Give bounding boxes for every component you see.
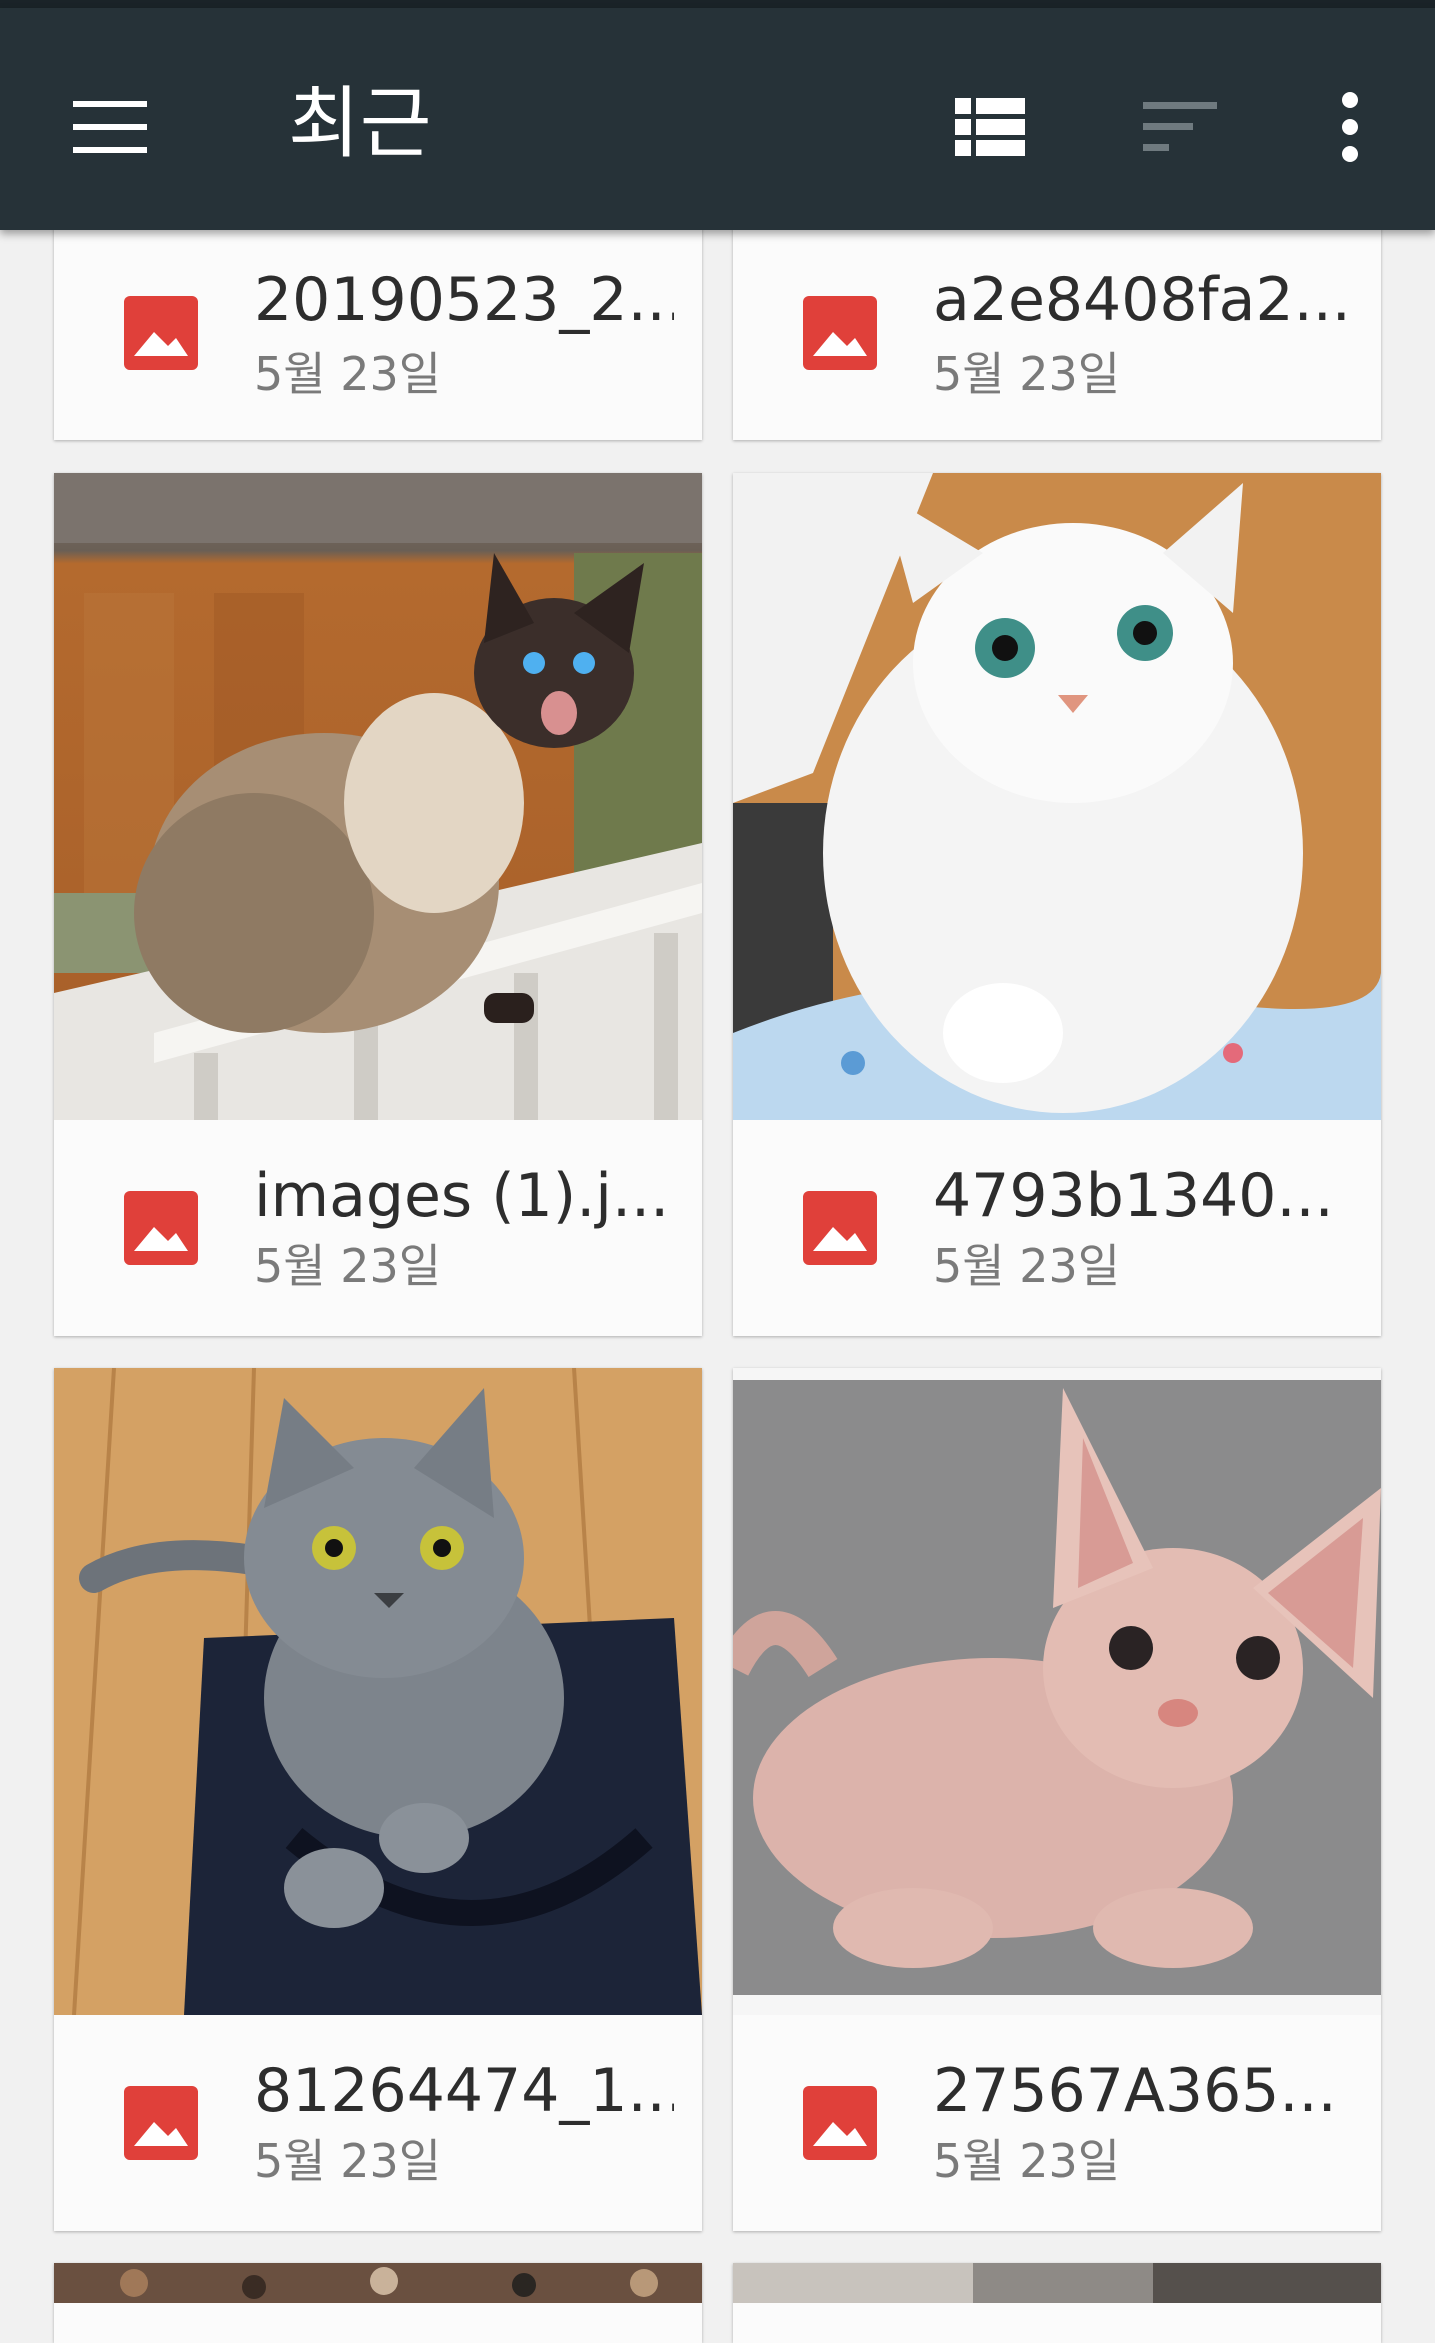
file-grid: 20190523_2... 5월 23일 a2e8408fa2... 5월 23…	[0, 0, 1435, 2343]
image-file-icon	[124, 2086, 198, 2160]
white-cat-thumbnail	[733, 473, 1381, 1120]
card-footer: a2e8408fa2... 5월 23일	[733, 200, 1381, 440]
thumbnail-partial	[733, 2263, 1381, 2303]
card-footer: 20190523_2... 5월 23일	[54, 200, 702, 440]
image-file-icon	[124, 296, 198, 370]
thumbnail-partial	[54, 2263, 702, 2303]
file-date: 5월 23일	[933, 1239, 1121, 1293]
file-date: 5월 23일	[254, 1239, 442, 1293]
page-title: 최근	[288, 79, 432, 169]
file-card[interactable]: 20190523_2... 5월 23일	[54, 200, 702, 440]
list-view-button[interactable]	[940, 82, 1040, 172]
file-card[interactable]	[733, 2263, 1381, 2343]
file-date: 5월 23일	[254, 347, 442, 401]
file-card[interactable]: 27567A365... 5월 23일	[733, 1368, 1381, 2231]
file-name: images (1).j...	[254, 1161, 670, 1231]
file-name: 20190523_2...	[254, 265, 674, 335]
top-app-bar: 최근	[0, 8, 1435, 230]
thumbnail-sphynx-cat	[733, 1368, 1381, 2015]
menu-button[interactable]	[60, 82, 160, 172]
file-date: 5월 23일	[933, 2134, 1121, 2188]
image-file-icon	[803, 1191, 877, 1265]
siamese-cat-thumbnail	[54, 473, 702, 1120]
file-date: 5월 23일	[933, 347, 1121, 401]
file-name: a2e8408fa2...	[933, 265, 1351, 335]
sort-button[interactable]	[1130, 82, 1230, 172]
sphynx-cat-thumbnail	[733, 1368, 1381, 2015]
file-date: 5월 23일	[254, 2134, 442, 2188]
hamburger-menu-icon	[73, 101, 147, 153]
thumbnail-white-persian-cat	[733, 473, 1381, 1120]
file-card[interactable]: 81264474_1... 5월 23일	[54, 1368, 702, 2231]
sort-icon	[1143, 102, 1217, 151]
more-options-button[interactable]	[1300, 82, 1400, 172]
card-footer: 27567A365... 5월 23일	[733, 2015, 1381, 2231]
thumbnail-gray-cat	[54, 1368, 702, 2015]
card-footer: 81264474_1... 5월 23일	[54, 2015, 702, 2231]
file-card[interactable]	[54, 2263, 702, 2343]
gray-cat-thumbnail	[54, 1368, 702, 2015]
file-card[interactable]: images (1).j... 5월 23일	[54, 473, 702, 1336]
file-name: 4793b1340...	[933, 1161, 1334, 1231]
file-card[interactable]: 4793b1340... 5월 23일	[733, 473, 1381, 1336]
file-name: 81264474_1...	[254, 2056, 674, 2126]
file-name: 27567A365...	[933, 2056, 1337, 2126]
image-file-icon	[803, 296, 877, 370]
list-view-icon	[955, 98, 1025, 156]
more-vert-icon	[1342, 92, 1358, 162]
card-footer: 4793b1340... 5월 23일	[733, 1120, 1381, 1336]
image-file-icon	[124, 1191, 198, 1265]
file-card[interactable]: a2e8408fa2... 5월 23일	[733, 200, 1381, 440]
card-footer: images (1).j... 5월 23일	[54, 1120, 702, 1336]
thumbnail-siamese-cat	[54, 473, 702, 1120]
image-file-icon	[803, 2086, 877, 2160]
